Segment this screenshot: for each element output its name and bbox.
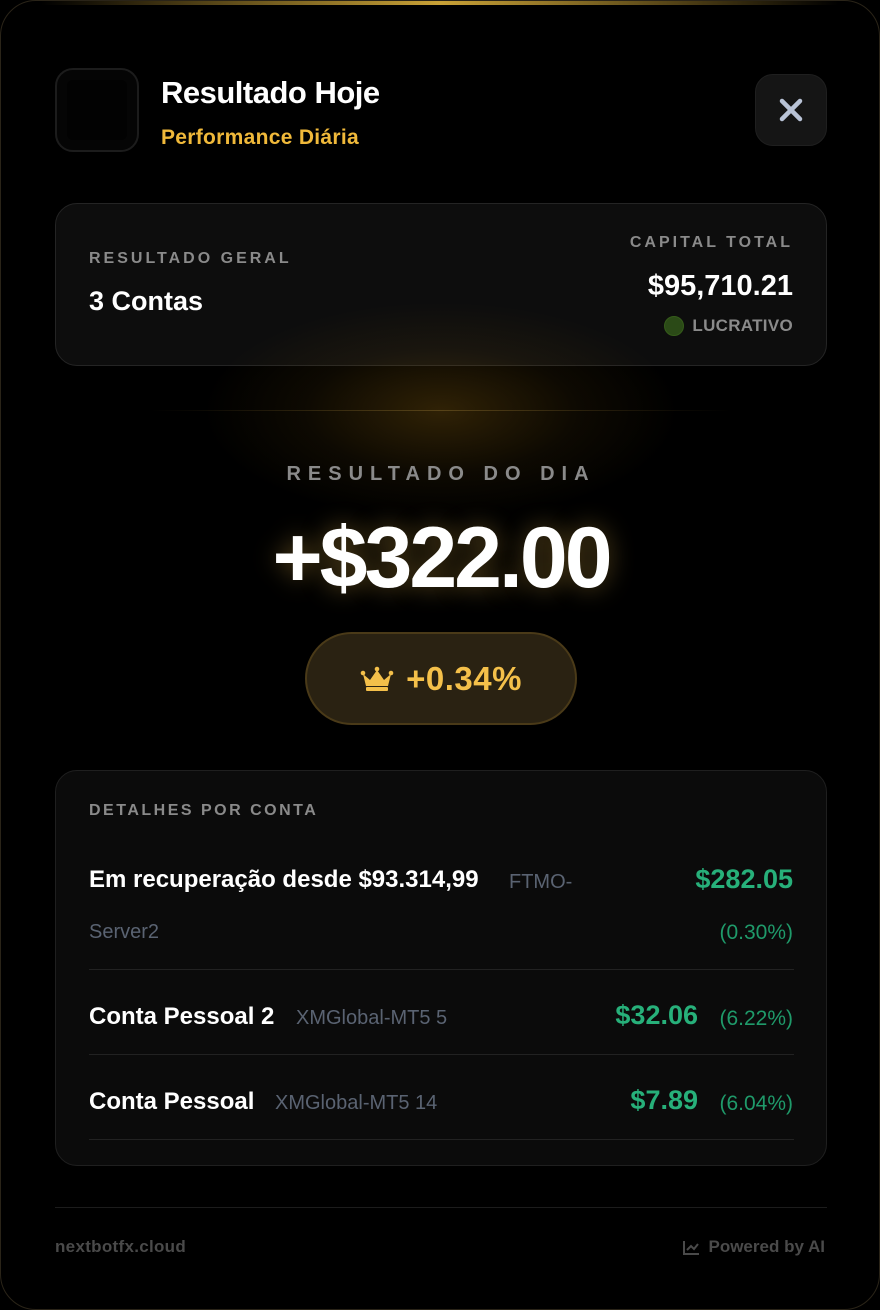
- chart-icon: [683, 1240, 700, 1255]
- card-subtitle: Performance Diária: [161, 126, 359, 149]
- account-name: Conta Pessoal: [89, 1088, 255, 1115]
- divider: [151, 410, 731, 411]
- account-name: Em recuperação desde $93.314,99: [89, 866, 479, 893]
- total-capital-value: $95,710.21: [647, 270, 793, 302]
- overall-result-label: RESULTADO GERAL: [89, 250, 292, 267]
- accounts-count: 3 Contas: [89, 286, 204, 316]
- day-result-value: +$322.00: [272, 510, 612, 606]
- account-server: XMGlobal-MT5 5: [296, 1007, 448, 1029]
- day-result-label: RESULTADO DO DIA: [286, 463, 596, 485]
- result-card: Resultado Hoje Performance Diária RESULT…: [0, 0, 880, 1310]
- powered-by-text: Powered by AI: [708, 1237, 825, 1256]
- account-server: XMGlobal-MT5 14: [275, 1092, 438, 1114]
- row-divider: [89, 969, 794, 970]
- powered-by: Powered by AI: [683, 1237, 825, 1257]
- details-label: DETALHES POR CONTA: [89, 802, 319, 819]
- row-divider: [89, 1054, 794, 1055]
- crown-icon: [360, 666, 394, 691]
- footer-divider: [55, 1207, 827, 1208]
- logo-image: [67, 80, 127, 140]
- close-button[interactable]: [755, 74, 827, 146]
- account-details-box: DETALHES POR CONTA Em recuperação desde …: [55, 770, 827, 1166]
- top-accent-line: [41, 1, 839, 5]
- summary-box: RESULTADO GERAL 3 Contas CAPITAL TOTAL $…: [55, 203, 827, 366]
- account-amount: $7.89: [630, 1085, 698, 1115]
- footer-domain: nextbotfx.cloud: [55, 1237, 187, 1256]
- day-percent-value: +0.34%: [406, 659, 522, 697]
- close-icon: [779, 98, 803, 122]
- account-percent: (0.30%): [719, 921, 793, 944]
- status-text: LUCRATIVO: [692, 316, 793, 335]
- account-server-continued: Server2: [89, 921, 160, 943]
- status-dot-icon: [664, 316, 685, 336]
- account-percent: (6.04%): [719, 1092, 793, 1115]
- card-title: Resultado Hoje: [161, 75, 380, 110]
- account-server: FTMO-: [509, 871, 573, 893]
- logo: [55, 68, 139, 152]
- account-amount: $32.06: [615, 1000, 698, 1030]
- account-name: Conta Pessoal 2: [89, 1003, 275, 1030]
- account-amount: $282.05: [695, 864, 793, 894]
- account-percent: (6.22%): [719, 1007, 793, 1030]
- total-capital-label: CAPITAL TOTAL: [629, 234, 793, 251]
- day-percent-badge: +0.34%: [305, 632, 577, 725]
- row-divider: [89, 1139, 794, 1140]
- status-badge: LUCRATIVO: [664, 316, 793, 336]
